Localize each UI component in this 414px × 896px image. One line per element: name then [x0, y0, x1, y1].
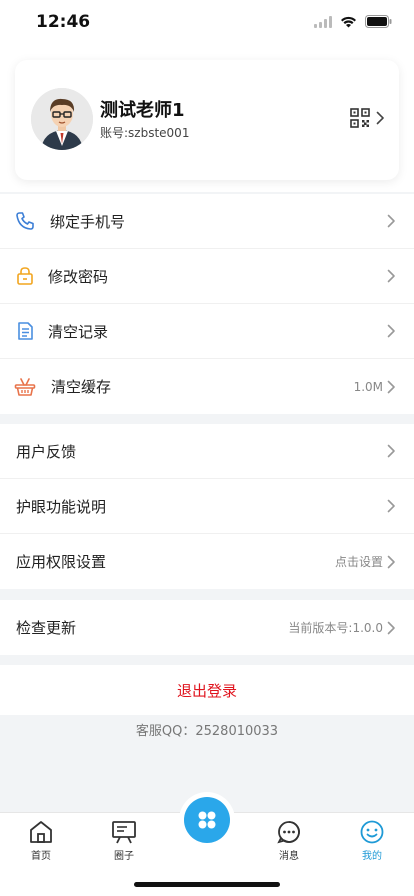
version-text: 当前版本号:1.0.0	[288, 621, 383, 635]
menu-label: 用户反馈	[16, 442, 77, 461]
home-indicator	[134, 882, 280, 887]
status-bar: 12:46	[0, 0, 414, 46]
tab-label: 圈子	[114, 851, 134, 862]
profile-account: 账号:szbste001	[100, 126, 190, 140]
chevron-right-icon	[387, 444, 395, 458]
menu-right: 1.0M	[354, 380, 396, 394]
chevron-right-icon	[376, 111, 384, 125]
menu-item-bind-phone[interactable]: 绑定手机号	[0, 194, 414, 249]
menu-right	[383, 324, 396, 338]
signal-icon	[314, 15, 332, 28]
wifi-icon	[341, 16, 356, 27]
menu-item-check-update[interactable]: 检查更新 当前版本号:1.0.0	[0, 600, 414, 655]
menu-right	[383, 269, 396, 283]
menu-label: 应用权限设置	[16, 553, 107, 571]
chevron-right-icon	[387, 499, 395, 513]
board-icon	[112, 821, 136, 844]
teacher-avatar-icon	[31, 88, 93, 150]
basket-icon	[14, 376, 36, 398]
phone-icon	[14, 210, 36, 232]
permission-hint: 点击设置	[334, 555, 383, 569]
tab-center-button[interactable]	[184, 797, 230, 843]
tab-messages[interactable]: 消息	[254, 819, 324, 862]
menu-label: 检查更新	[16, 619, 77, 637]
logout-button[interactable]: 退出登录	[0, 665, 414, 715]
menu-label: 清空缓存	[51, 378, 112, 396]
logout-label: 退出登录	[176, 681, 237, 700]
tab-label: 首页	[31, 851, 51, 862]
menu-item-permissions[interactable]: 应用权限设置 点击设置	[0, 534, 414, 589]
customer-service-qq: 客服QQ：2528010033	[135, 724, 279, 739]
document-icon	[14, 320, 36, 342]
menu-item-change-password[interactable]: 修改密码	[0, 249, 414, 304]
app-settings-section: 用户反馈 护眼功能说明 应用权限设置 点击设置	[0, 424, 414, 589]
lock-icon	[14, 265, 36, 287]
menu-right	[383, 214, 396, 228]
profile-card[interactable]: 测试老师1 账号:szbste001	[15, 60, 399, 180]
menu-right: 点击设置	[335, 553, 396, 570]
menu-item-clear-records[interactable]: 清空记录	[0, 304, 414, 359]
tab-label: 消息	[279, 851, 299, 862]
tab-label: 我的	[362, 851, 382, 862]
menu-right	[383, 444, 396, 458]
chevron-right-icon	[387, 555, 395, 568]
update-section: 检查更新 当前版本号:1.0.0	[0, 600, 414, 655]
battery-icon	[365, 15, 392, 28]
menu-item-eye-protection[interactable]: 护眼功能说明	[0, 479, 414, 534]
menu-label: 清空记录	[48, 322, 109, 341]
message-icon	[277, 821, 300, 844]
menu-right: 当前版本号:1.0.0	[288, 619, 396, 636]
tab-mine[interactable]: 我的	[337, 819, 407, 862]
status-time: 12:46	[36, 12, 91, 32]
menu-right	[383, 499, 396, 513]
tab-circle[interactable]: 圈子	[89, 819, 159, 862]
home-icon	[30, 821, 52, 843]
status-icons	[314, 15, 392, 28]
menu-item-clear-cache[interactable]: 清空缓存 1.0M	[0, 359, 414, 414]
chevron-right-icon	[387, 214, 395, 228]
menu-item-user-feedback[interactable]: 用户反馈	[0, 424, 414, 479]
menu-label: 护眼功能说明	[16, 497, 107, 516]
menu-label: 绑定手机号	[50, 212, 126, 231]
qr-code-button[interactable]	[350, 108, 385, 128]
chevron-right-icon	[387, 380, 395, 393]
menu-label: 修改密码	[48, 267, 109, 286]
cache-size: 1.0M	[353, 379, 383, 394]
tab-home[interactable]: 首页	[6, 819, 76, 862]
avatar[interactable]	[31, 88, 93, 150]
account-settings-section: 绑定手机号 修改密码 清空记录 清空缓存 1.0M	[0, 194, 414, 414]
chevron-right-icon	[387, 324, 395, 338]
qr-code-icon	[350, 108, 370, 128]
chevron-right-icon	[387, 269, 395, 283]
smiley-icon	[360, 820, 384, 844]
profile-name: 测试老师1	[100, 100, 185, 121]
apps-icon	[198, 811, 216, 829]
chevron-right-icon	[387, 621, 395, 634]
